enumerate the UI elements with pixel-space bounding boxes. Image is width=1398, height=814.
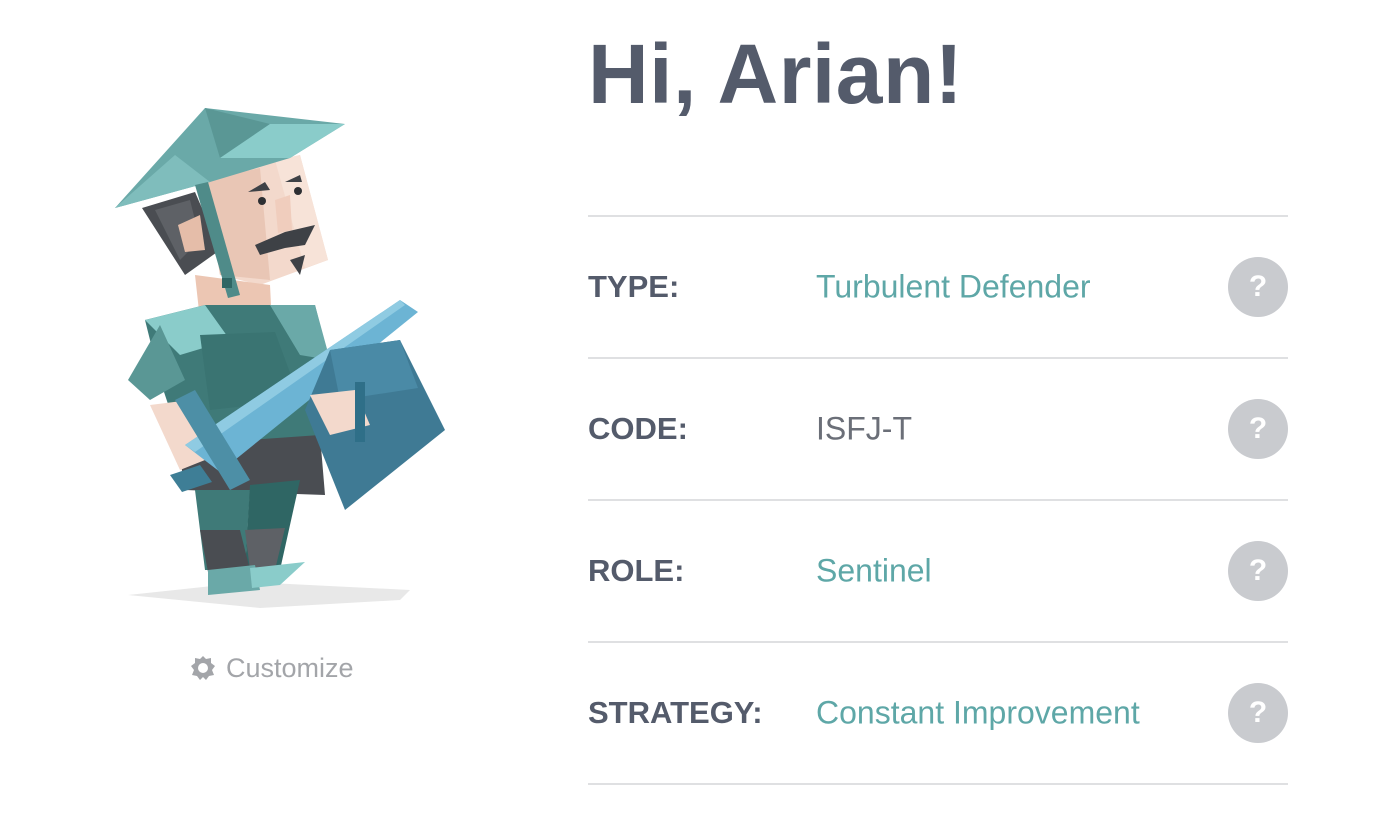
page-title: Hi, Arian! [588, 27, 964, 121]
code-help-button[interactable]: ? [1228, 399, 1288, 459]
defender-character-icon [115, 108, 445, 608]
profile-info-table: TYPE: Turbulent Defender ? CODE: ISFJ-T … [588, 215, 1288, 785]
row-label: ROLE: [588, 553, 685, 588]
profile-row-type: TYPE: Turbulent Defender ? [588, 215, 1288, 357]
customize-button[interactable]: Customize [188, 648, 354, 688]
customize-label: Customize [226, 652, 354, 683]
row-label: TYPE: [588, 269, 680, 304]
role-help-button[interactable]: ? [1228, 541, 1288, 601]
role-link[interactable]: Sentinel [816, 553, 932, 590]
type-help-button[interactable]: ? [1228, 257, 1288, 317]
gear-icon [188, 653, 218, 683]
personality-type-link[interactable]: Turbulent Defender [816, 269, 1091, 306]
row-label: STRATEGY: [588, 695, 763, 730]
profile-page: Customize Hi, Arian! TYPE: Turbulent Def… [0, 0, 1398, 814]
profile-row-role: ROLE: Sentinel ? [588, 499, 1288, 641]
row-label: CODE: [588, 411, 688, 446]
profile-row-code: CODE: ISFJ-T ? [588, 357, 1288, 499]
personality-code-value: ISFJ-T [816, 410, 912, 447]
strategy-link[interactable]: Constant Improvement [816, 695, 1140, 732]
profile-row-strategy: STRATEGY: Constant Improvement ? [588, 641, 1288, 785]
strategy-help-button[interactable]: ? [1228, 683, 1288, 743]
avatar-illustration [100, 100, 460, 620]
